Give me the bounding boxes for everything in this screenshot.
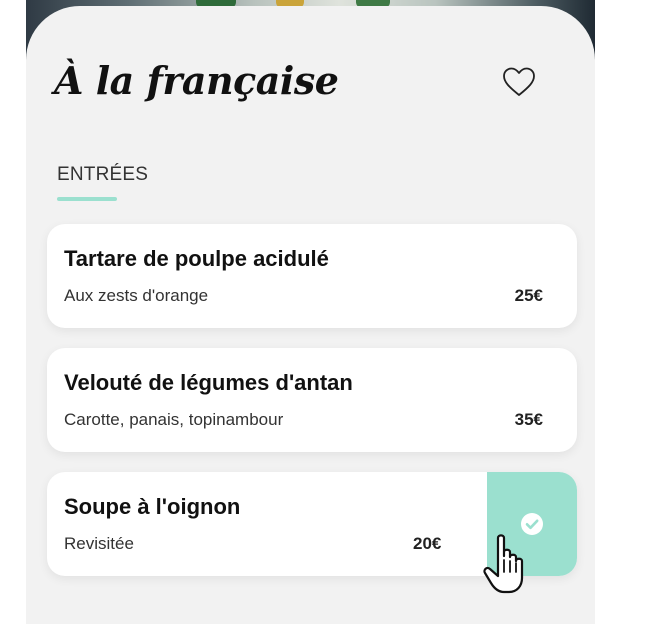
dish-price: 35€ bbox=[514, 410, 543, 429]
dish-description: Revisitée bbox=[64, 534, 134, 553]
dish-card[interactable]: Velouté de légumes d'antan Carotte, pana… bbox=[47, 348, 577, 452]
heart-icon[interactable] bbox=[500, 64, 538, 100]
menu-screen: À la française ENTRÉES Tartare de poulpe… bbox=[26, 0, 595, 624]
dish-card-selected[interactable]: Soupe à l'oignon Revisitée 20€ bbox=[47, 472, 577, 576]
dish-name: Soupe à l'oignon bbox=[64, 494, 241, 519]
dish-description: Carotte, panais, topinambour bbox=[64, 410, 284, 429]
dish-name: Velouté de légumes d'antan bbox=[64, 370, 353, 395]
dish-price: 20€ bbox=[413, 534, 442, 553]
dish-card[interactable]: Tartare de poulpe acidulé Aux zests d'or… bbox=[47, 224, 577, 328]
confirm-selection-button[interactable] bbox=[487, 472, 577, 576]
section-title-entrees[interactable]: ENTRÉES bbox=[57, 164, 148, 186]
check-circle-icon bbox=[521, 513, 543, 535]
restaurant-title: À la française bbox=[54, 58, 339, 103]
dish-price: 25€ bbox=[514, 286, 543, 305]
dish-name: Tartare de poulpe acidulé bbox=[64, 246, 329, 271]
dish-description: Aux zests d'orange bbox=[64, 286, 209, 305]
section-active-indicator bbox=[57, 197, 117, 201]
